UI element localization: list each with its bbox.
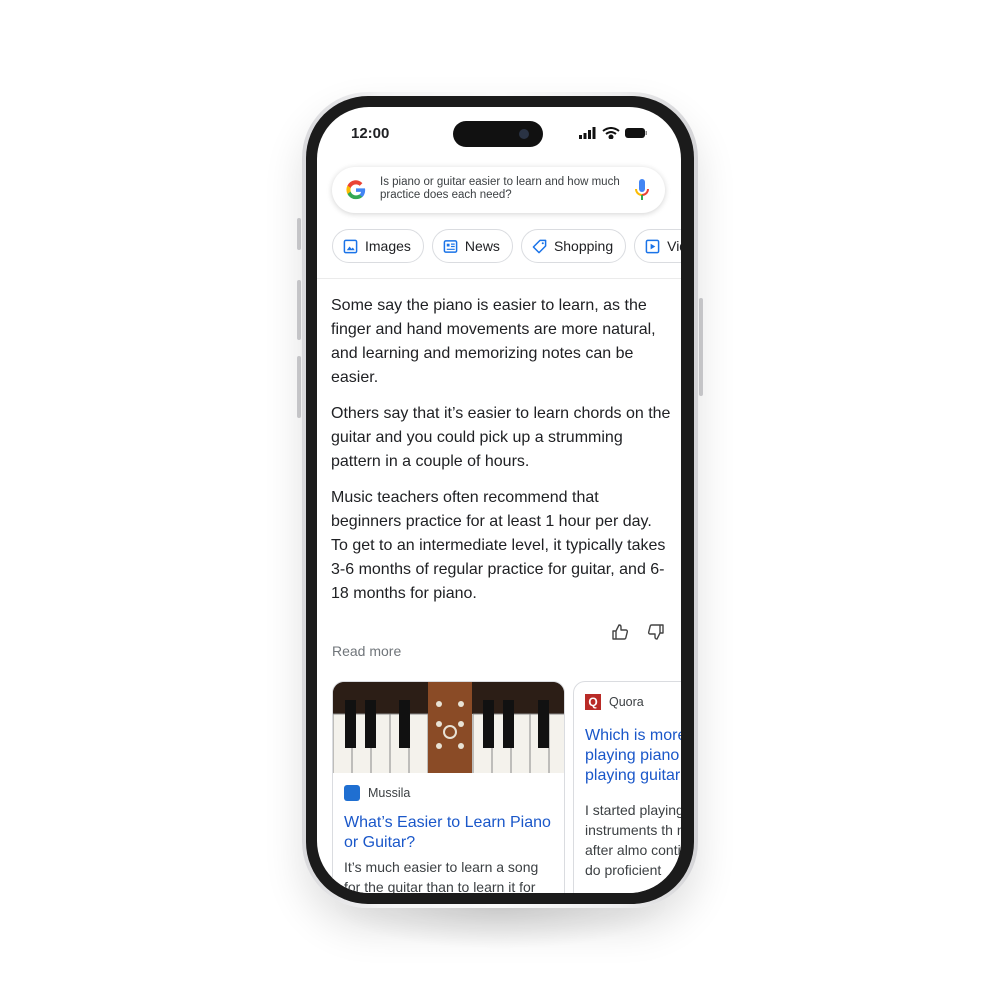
chip-label: Shopping: [553, 238, 614, 254]
microphone-icon[interactable]: [634, 178, 650, 202]
image-icon: [343, 239, 358, 253]
card-title[interactable]: What’s Easier to Learn Piano or Guitar?: [344, 813, 553, 853]
quora-logo-icon: Q: [585, 694, 601, 710]
feedback-buttons: [611, 623, 665, 641]
source-name: Quora: [609, 695, 644, 709]
answer-paragraph: Some say the piano is easier to learn, a…: [331, 297, 656, 386]
filter-chips: Images News Shopping Videos: [332, 229, 681, 263]
chip-videos[interactable]: Videos: [634, 229, 681, 263]
google-logo-icon: [346, 180, 366, 200]
source-row: Q Quora: [585, 694, 681, 710]
action-button: [297, 218, 301, 250]
source-card[interactable]: Mussila What’s Easier to Learn Piano or …: [332, 681, 565, 893]
piano-guitar-image: [333, 682, 564, 773]
thumbs-up-icon[interactable]: [611, 623, 629, 641]
chip-news[interactable]: News: [431, 229, 513, 263]
status-time: 12:00: [351, 125, 390, 142]
search-query[interactable]: Is piano or guitar easier to learn and h…: [380, 176, 620, 202]
power-button: [699, 298, 703, 396]
chip-label: Videos: [667, 238, 681, 254]
answer-paragraph: Music teachers often recommend that begi…: [331, 489, 666, 602]
card-title[interactable]: Which is more playing piano playing guit…: [585, 726, 681, 786]
wifi-icon: [602, 127, 620, 139]
signal-icon: [579, 127, 596, 139]
status-icons: [579, 127, 647, 139]
phone-screen: 12:00 Is piano or guitar easier to learn…: [317, 107, 681, 893]
volume-up-button: [297, 280, 301, 340]
play-icon: [645, 239, 660, 253]
news-icon: [443, 239, 458, 253]
dynamic-island: [453, 121, 543, 147]
volume-down-button: [297, 356, 301, 418]
card-snippet: I started playing instruments th now, af…: [585, 802, 681, 878]
piano-keys-illustration: [333, 682, 564, 773]
chip-label: Images: [365, 238, 411, 254]
mussila-logo-icon: [344, 785, 360, 801]
chip-label: News: [464, 238, 500, 254]
chip-images[interactable]: Images: [332, 229, 424, 263]
source-name: Mussila: [368, 786, 411, 800]
answer-paragraph: Others say that it’s easier to learn cho…: [331, 405, 671, 470]
ai-answer: Some say the piano is easier to learn, a…: [331, 294, 671, 618]
search-bar[interactable]: Is piano or guitar easier to learn and h…: [332, 167, 665, 213]
source-card[interactable]: Q Quora Which is more playing piano play…: [573, 681, 681, 893]
chip-shopping[interactable]: Shopping: [520, 229, 627, 263]
source-row: Mussila: [344, 785, 553, 801]
read-more-link[interactable]: Read more: [332, 643, 401, 659]
camera-icon: [519, 129, 529, 139]
card-snippet: It’s much easier to learn a song for the…: [344, 859, 539, 893]
tag-icon: [532, 239, 547, 253]
divider: [317, 278, 681, 279]
thumbs-down-icon[interactable]: [647, 623, 665, 641]
battery-icon: [625, 128, 647, 138]
